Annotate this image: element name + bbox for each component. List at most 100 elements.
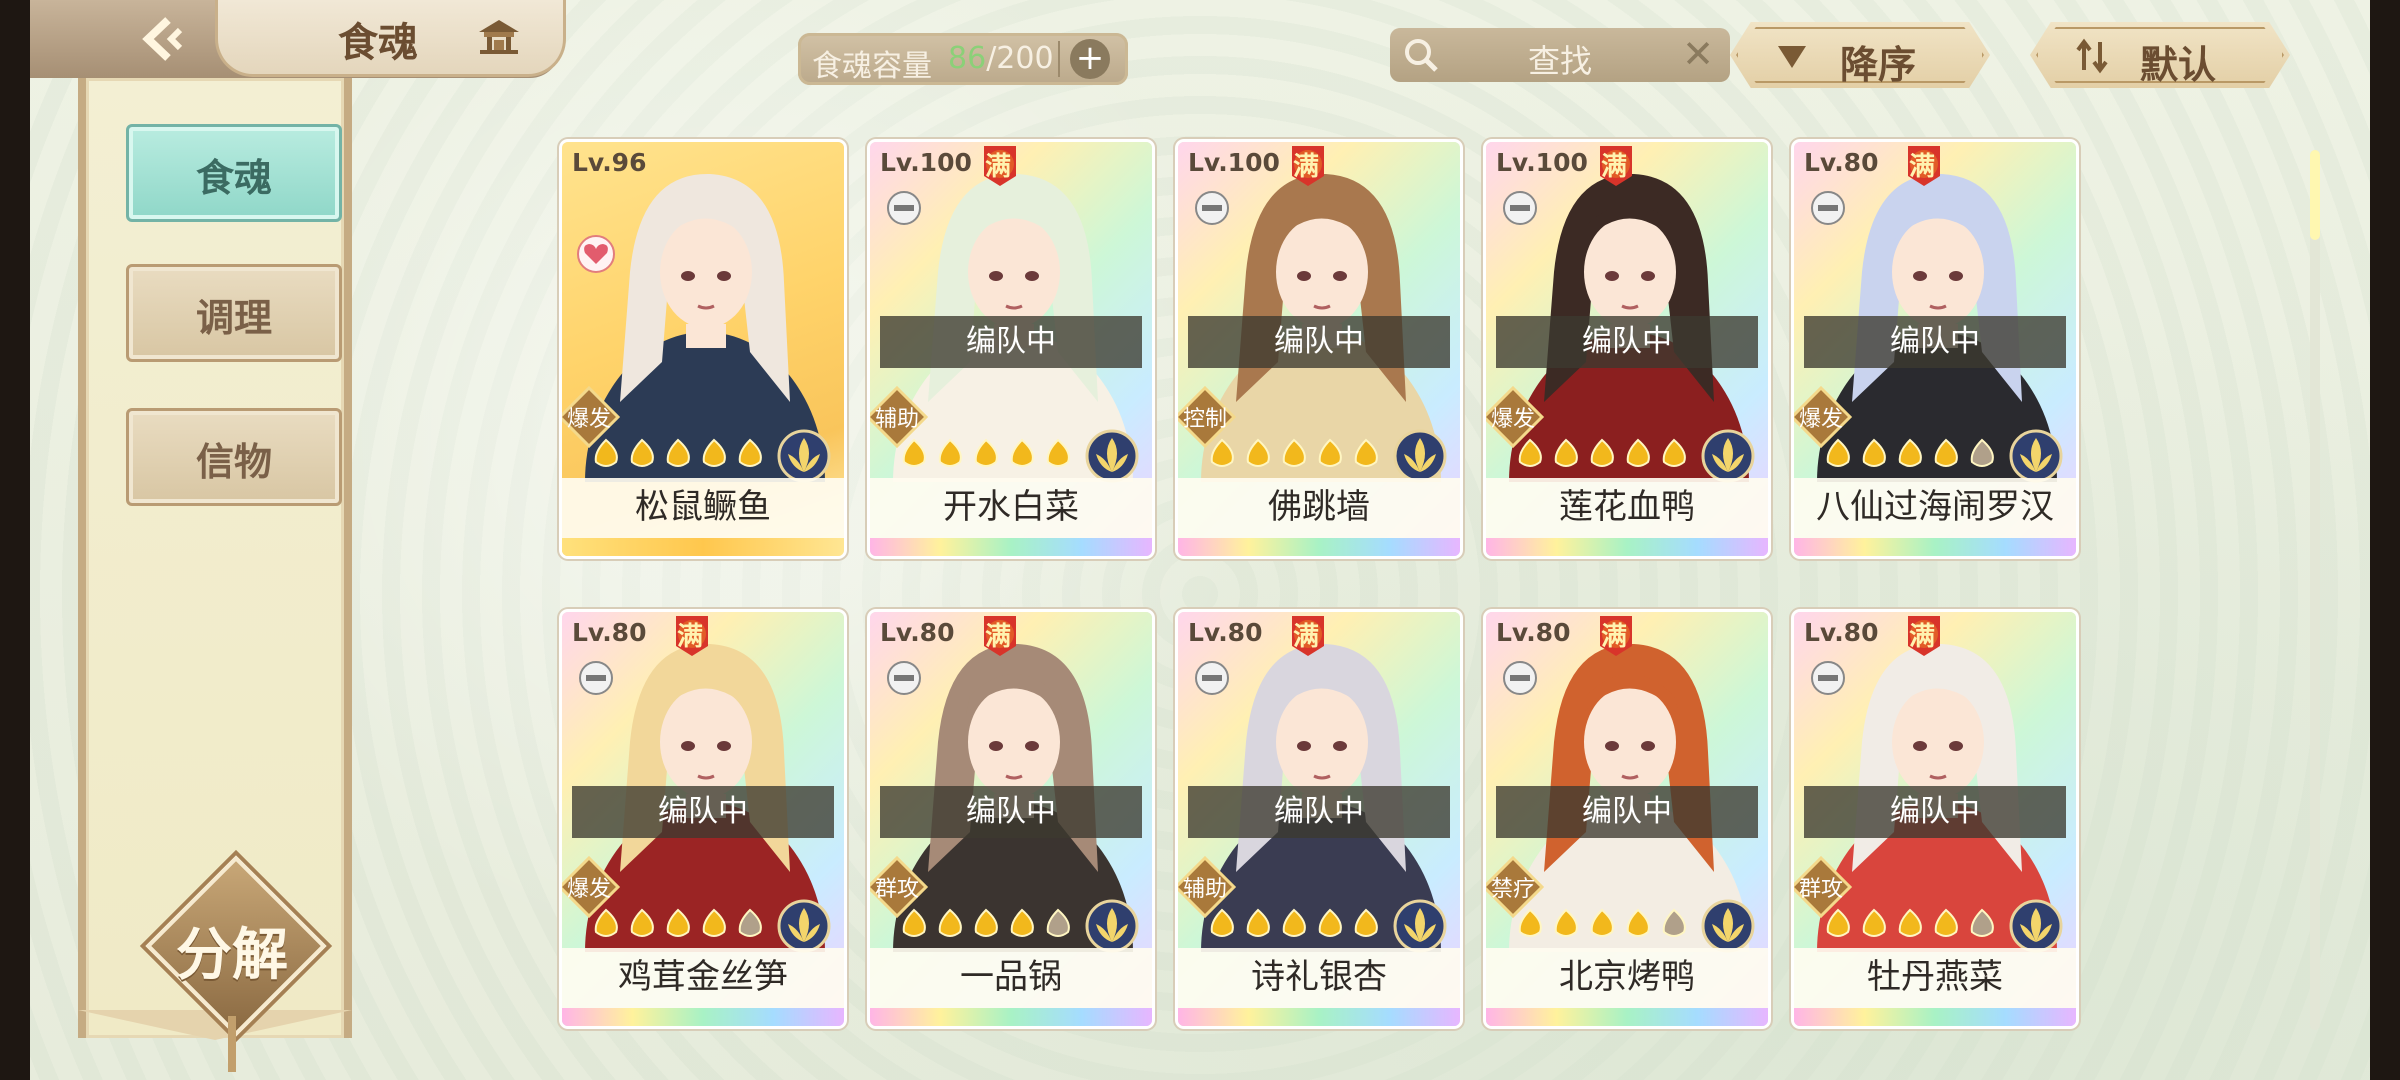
star-icon [1626, 908, 1650, 937]
star-icon [938, 438, 962, 467]
star-icon [702, 908, 726, 937]
star-icon [1282, 908, 1306, 937]
food-soul-card[interactable]: Lv.80 满 编队中 群攻 牡丹燕菜 [1794, 612, 2076, 1026]
triangle-down-icon [1778, 46, 1806, 68]
star-rating [1826, 908, 1994, 937]
star-icon [1318, 908, 1342, 937]
element-icon [1393, 899, 1447, 953]
star-icon [666, 908, 690, 937]
star-icon [630, 438, 654, 467]
role-label: 爆发 [1490, 407, 1535, 432]
tab-token[interactable]: 信物 [126, 408, 342, 506]
star-icon [1970, 908, 1994, 937]
in-team-icon [1195, 661, 1229, 695]
star-icon [974, 908, 998, 937]
in-team-icon [1503, 191, 1537, 225]
max-badge-label: 满 [985, 622, 1012, 652]
capacity-divider [1058, 41, 1060, 77]
max-badge-label: 满 [985, 152, 1012, 182]
max-badge: 满 [1904, 142, 1944, 188]
decompose-label: 分解 [176, 925, 288, 987]
sort-mode-button[interactable]: 默认 [2030, 22, 2290, 88]
food-soul-card[interactable]: Lv.80 满 编队中 辅助 诗礼银杏 [1178, 612, 1460, 1026]
level-label: Lv.100 [880, 148, 972, 177]
tab-label: 调理 [195, 298, 272, 340]
clear-search-button[interactable]: ✕ [1682, 32, 1714, 76]
in-team-banner: 编队中 [1188, 316, 1450, 368]
max-badge: 满 [1288, 142, 1328, 188]
food-soul-card[interactable]: Lv.80 满 编队中 群攻 一品锅 [870, 612, 1152, 1026]
card-frame-footer [1178, 538, 1460, 556]
star-rating [594, 908, 762, 937]
max-badge-label: 满 [1293, 152, 1320, 182]
back-button[interactable] [110, 8, 220, 70]
star-icon [1518, 438, 1542, 467]
star-icon [1210, 438, 1234, 467]
swap-arrows-icon [2076, 38, 2108, 74]
tab-conditioning[interactable]: 调理 [126, 264, 342, 362]
level-label: Lv.80 [1188, 618, 1263, 647]
role-label: 禁疗 [1490, 877, 1535, 902]
pavilion-icon[interactable] [476, 16, 522, 56]
add-capacity-button[interactable]: + [1070, 39, 1110, 79]
food-soul-card[interactable]: Lv.100 满 编队中 控制 佛跳墙 [1178, 142, 1460, 556]
food-soul-card[interactable]: Lv.80 满 编队中 爆发 鸡茸金丝笋 [562, 612, 844, 1026]
star-icon [1554, 908, 1578, 937]
star-rating [594, 438, 762, 467]
star-icon [1862, 908, 1886, 937]
sort-order-button[interactable]: 降序 [1730, 22, 1990, 88]
element-icon [777, 899, 831, 953]
decompose-button[interactable]: 分解 [145, 855, 327, 1037]
card-frame-footer [562, 1008, 844, 1026]
star-icon [738, 438, 762, 467]
star-icon [1826, 438, 1850, 467]
star-rating [902, 908, 1070, 937]
star-icon [594, 438, 618, 467]
star-icon [1046, 438, 1070, 467]
star-rating [1518, 438, 1686, 467]
in-team-banner: 编队中 [1804, 316, 2066, 368]
card-name: 佛跳墙 [1178, 478, 1460, 538]
max-badge: 满 [980, 142, 1020, 188]
food-soul-card[interactable]: Lv.100 满 编队中 辅助 开水白菜 [870, 142, 1152, 556]
food-soul-card[interactable]: Lv.100 满 编队中 爆发 莲花血鸭 [1486, 142, 1768, 556]
search-placeholder: 查找 [1527, 42, 1592, 80]
star-icon [902, 908, 926, 937]
in-team-icon [887, 191, 921, 225]
max-badge-label: 满 [1909, 622, 1936, 652]
card-name: 开水白菜 [870, 478, 1152, 538]
star-icon [974, 438, 998, 467]
capacity-display: 食魂容量 86/200 + [798, 33, 1128, 85]
search-box[interactable]: 查找 ✕ [1390, 28, 1730, 82]
level-label: Lv.80 [1496, 618, 1571, 647]
food-soul-card[interactable]: Lv.80 满 编队中 禁疗 北京烤鸭 [1486, 612, 1768, 1026]
food-soul-card[interactable]: Lv.96 爆发 松鼠鳜鱼 [562, 142, 844, 556]
sort-order-label: 降序 [1840, 43, 1917, 87]
card-frame-footer [1178, 1008, 1460, 1026]
card-frame-footer [1794, 1008, 2076, 1026]
level-label: Lv.80 [1804, 148, 1879, 177]
star-icon [1934, 908, 1958, 937]
star-icon [938, 908, 962, 937]
max-badge: 满 [980, 612, 1020, 658]
element-icon [1701, 429, 1755, 483]
max-badge: 满 [1596, 142, 1636, 188]
capacity-max: /200 [986, 41, 1054, 76]
star-icon [1898, 438, 1922, 467]
role-label: 爆发 [566, 407, 611, 432]
star-icon [702, 438, 726, 467]
food-soul-card[interactable]: Lv.80 满 编队中 爆发 八仙过海闹罗汉 [1794, 142, 2076, 556]
tab-food-soul[interactable]: 食魂 [126, 124, 342, 222]
card-name: 诗礼银杏 [1178, 948, 1460, 1008]
star-rating [1518, 908, 1686, 937]
star-icon [738, 908, 762, 937]
card-name: 鸡茸金丝笋 [562, 948, 844, 1008]
star-icon [1210, 908, 1234, 937]
max-badge: 满 [1288, 612, 1328, 658]
star-icon [1662, 908, 1686, 937]
card-name: 牡丹燕菜 [1794, 948, 2076, 1008]
star-icon [666, 438, 690, 467]
in-team-icon [1811, 191, 1845, 225]
star-icon [1282, 438, 1306, 467]
scrollbar-thumb[interactable] [2310, 150, 2320, 240]
